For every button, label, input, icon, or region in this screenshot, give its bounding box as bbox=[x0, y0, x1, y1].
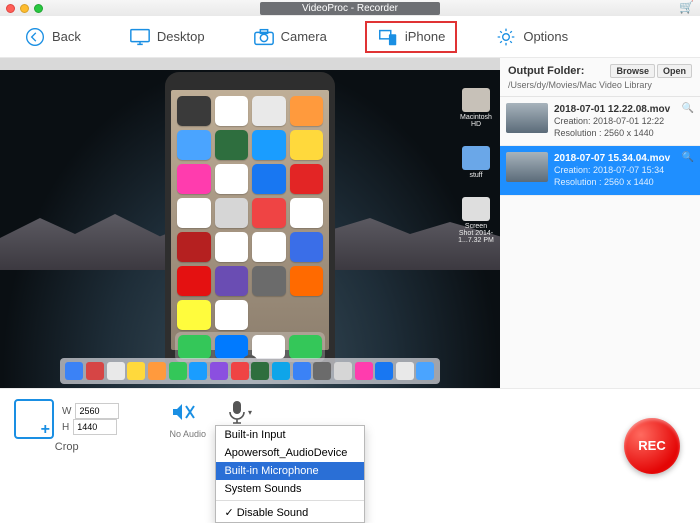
magnify-icon[interactable]: 🔍 bbox=[682, 103, 694, 114]
output-folder-header: Output Folder: Browse Open bbox=[500, 58, 700, 80]
file-name: 2018-07-01 12.22.08.mov bbox=[554, 103, 676, 116]
screenshot-file-icon: Screen Shot 2014-1...7.32 PM bbox=[458, 197, 494, 244]
gear-icon bbox=[495, 27, 517, 47]
back-arrow-icon bbox=[24, 27, 46, 47]
cart-icon[interactable]: 🛒 bbox=[679, 0, 694, 14]
no-audio-label: No Audio bbox=[169, 429, 206, 439]
microphone-button[interactable]: ▾ bbox=[224, 399, 254, 425]
crop-icon[interactable] bbox=[14, 399, 54, 439]
camera-icon bbox=[253, 27, 275, 47]
height-input[interactable] bbox=[73, 419, 117, 435]
file-thumbnail bbox=[506, 103, 548, 133]
options-button[interactable]: Options bbox=[485, 23, 578, 51]
iphone-mode-button[interactable]: iPhone bbox=[365, 21, 457, 53]
output-folder-path: /Users/dy/Movies/Mac Video Library bbox=[500, 80, 700, 97]
magnify-icon[interactable]: 🔍 bbox=[682, 152, 694, 163]
dimensions: W H bbox=[62, 403, 119, 435]
crop-label: Crop bbox=[14, 441, 119, 453]
zoom-window-button[interactable] bbox=[34, 4, 43, 13]
back-button[interactable]: Back bbox=[14, 23, 91, 51]
camera-label: Camera bbox=[281, 29, 327, 44]
disk-icon: Macintosh HD bbox=[458, 88, 494, 128]
toolbar: Back Desktop Camera iPhone Options bbox=[0, 16, 700, 58]
audio-controls: No Audio ▾ Built-in Input Apowersoft_Aud… bbox=[169, 399, 254, 439]
width-label: W bbox=[62, 406, 71, 417]
preview-canvas[interactable]: Macintosh HD stuff Screen Shot 2014-1...… bbox=[0, 58, 500, 388]
main-area: Macintosh HD stuff Screen Shot 2014-1...… bbox=[0, 58, 700, 388]
titlebar: VideoProc - Recorder 🛒 bbox=[0, 0, 700, 16]
window-title: VideoProc - Recorder bbox=[260, 2, 440, 15]
camera-mode-button[interactable]: Camera bbox=[243, 23, 337, 51]
file-name: 2018-07-07 15.34.04.mov bbox=[554, 152, 676, 165]
output-panel: Output Folder: Browse Open /Users/dy/Mov… bbox=[500, 58, 700, 388]
iphone-preview bbox=[165, 72, 335, 376]
desktop-mode-button[interactable]: Desktop bbox=[119, 23, 215, 51]
minimize-window-button[interactable] bbox=[20, 4, 29, 13]
file-thumbnail bbox=[506, 152, 548, 182]
open-button[interactable]: Open bbox=[657, 64, 692, 78]
disable-sound-item[interactable]: ✓ Disable Sound bbox=[216, 503, 364, 522]
recording-file-item[interactable]: 2018-07-07 15.34.04.mov Creation: 2018-0… bbox=[500, 146, 700, 195]
recording-file-item[interactable]: 2018-07-01 12.22.08.mov Creation: 2018-0… bbox=[500, 97, 700, 146]
mic-menu-item[interactable]: System Sounds bbox=[216, 480, 364, 498]
record-label: REC bbox=[638, 438, 665, 453]
record-button[interactable]: REC bbox=[624, 418, 680, 474]
close-window-button[interactable] bbox=[6, 4, 15, 13]
menu-separator bbox=[216, 500, 364, 501]
iphone-app-grid bbox=[175, 94, 325, 332]
mic-menu-item[interactable]: Built-in Input bbox=[216, 426, 364, 444]
iphone-icon bbox=[377, 27, 399, 47]
height-label: H bbox=[62, 422, 69, 433]
back-label: Back bbox=[52, 29, 81, 44]
width-input[interactable] bbox=[75, 403, 119, 419]
options-label: Options bbox=[523, 29, 568, 44]
folder-icon: stuff bbox=[458, 146, 494, 179]
output-folder-label: Output Folder: bbox=[508, 65, 584, 77]
speaker-mute-icon[interactable] bbox=[169, 399, 199, 425]
window-controls bbox=[0, 4, 43, 13]
bottom-bar: W H Crop No Audio ▾ Built-in Input Apowe… bbox=[0, 388, 700, 502]
captured-menubar bbox=[0, 58, 500, 70]
microphone-menu: Built-in Input Apowersoft_AudioDevice Bu… bbox=[215, 425, 365, 523]
desktop-label: Desktop bbox=[157, 29, 205, 44]
captured-mac-dock bbox=[60, 358, 440, 384]
desktop-icon bbox=[129, 27, 151, 47]
mic-menu-item[interactable]: Built-in Microphone bbox=[216, 462, 364, 480]
iphone-screen bbox=[171, 90, 329, 350]
captured-desktop-icons: Macintosh HD stuff Screen Shot 2014-1...… bbox=[458, 88, 494, 244]
browse-button[interactable]: Browse bbox=[610, 64, 655, 78]
crop-group: W H bbox=[14, 399, 119, 439]
iphone-label: iPhone bbox=[405, 29, 445, 44]
mic-menu-item[interactable]: Apowersoft_AudioDevice bbox=[216, 444, 364, 462]
